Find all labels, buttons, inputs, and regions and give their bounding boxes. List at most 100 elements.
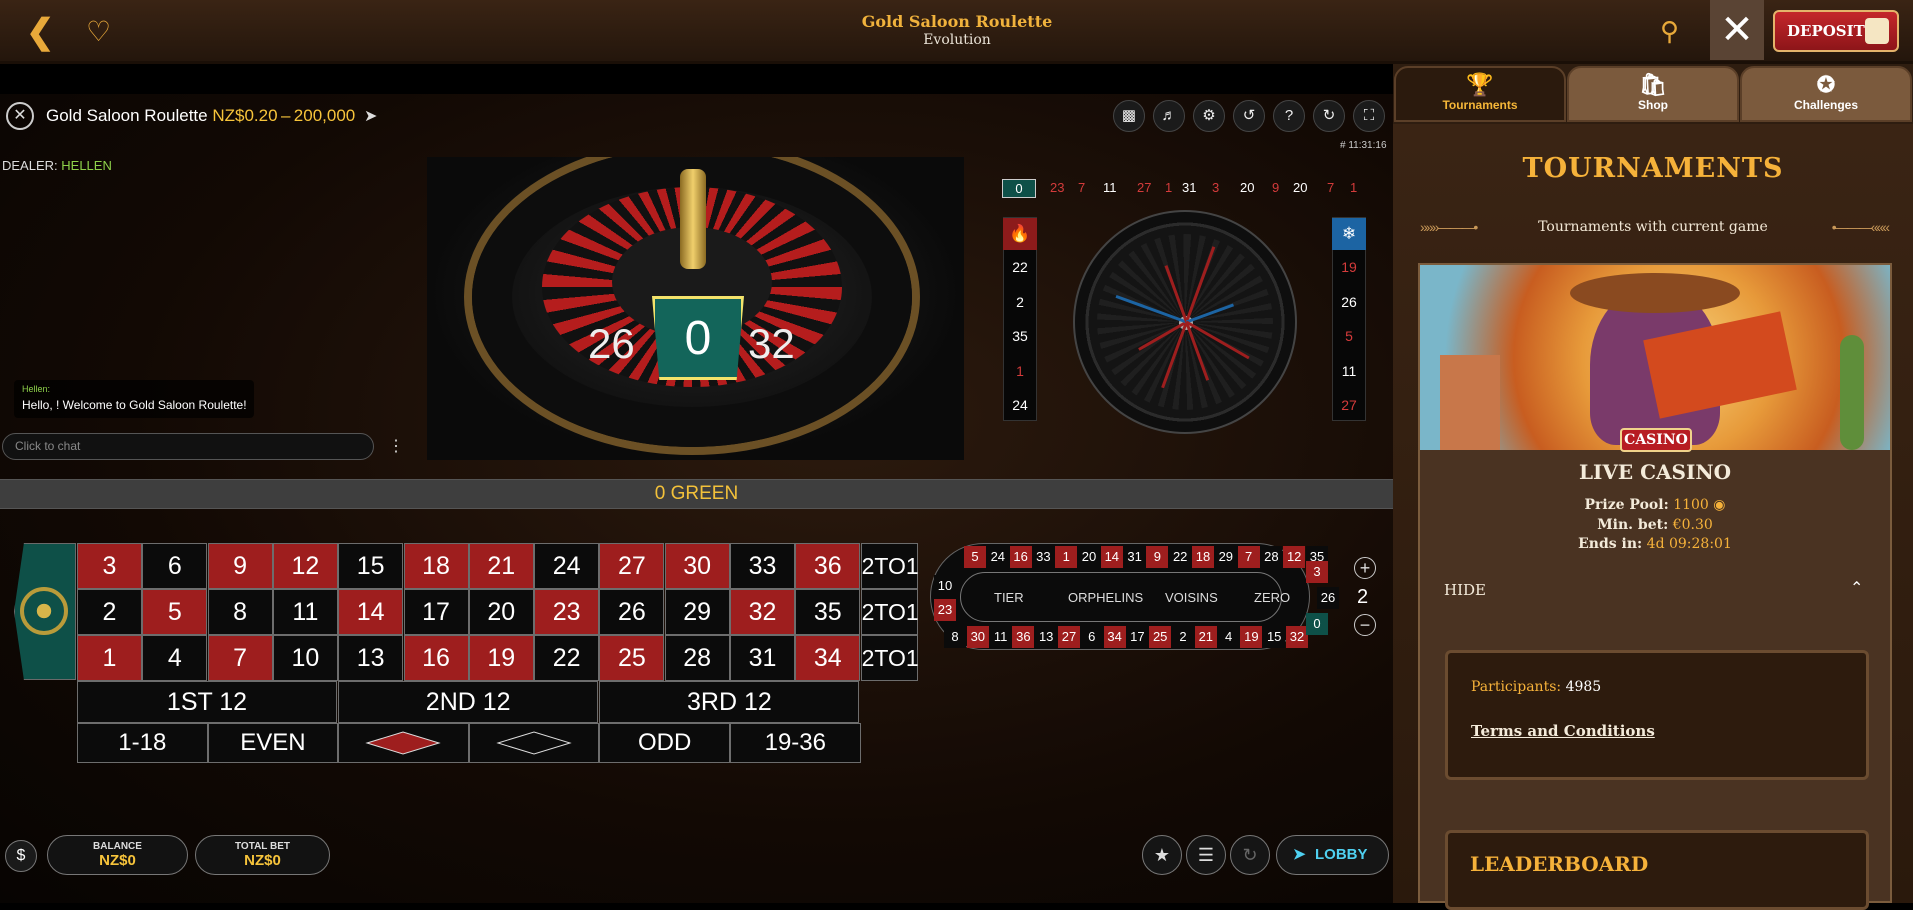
chevron-up-icon[interactable]: ⌃ (1850, 578, 1863, 598)
dollar-coin-icon[interactable]: $ (5, 840, 37, 872)
black-bet[interactable] (468, 723, 600, 763)
number-cell[interactable]: 25 (599, 635, 665, 681)
racetrack-number[interactable]: 13 (1035, 626, 1058, 648)
racetrack-number[interactable]: 19 (1240, 626, 1263, 648)
more-options-icon[interactable]: ⋮ (388, 436, 404, 456)
number-cell[interactable]: 3 (77, 543, 142, 589)
statistics-icon[interactable]: ☰ (1186, 835, 1226, 875)
close-game-button[interactable]: ✕ (1710, 0, 1764, 60)
racetrack-number[interactable]: 21 (1194, 626, 1217, 648)
terms-link[interactable]: Terms and Conditions (1471, 722, 1655, 740)
column-bet[interactable]: 2TO1 (860, 589, 919, 635)
outside-bet[interactable]: EVEN (207, 723, 339, 763)
search-icon[interactable]: ⚲ (1660, 16, 1690, 46)
number-cell[interactable]: 30 (664, 543, 730, 589)
racetrack-number[interactable]: 29 (1214, 546, 1237, 568)
number-cell[interactable]: 21 (468, 543, 534, 589)
video-camera-icon[interactable]: ▩ (1113, 100, 1145, 132)
racetrack-number[interactable]: 32 (1286, 626, 1308, 648)
tab-shop[interactable]: 🛍 Shop (1567, 66, 1739, 122)
dozen-bet[interactable]: 3RD 12 (599, 681, 860, 723)
racetrack-label[interactable]: VOISINS (1165, 590, 1218, 605)
tab-challenges[interactable]: ✪ Challenges (1740, 66, 1912, 122)
racetrack-number[interactable]: 8 (944, 626, 966, 648)
racetrack-number[interactable]: 26 (1317, 587, 1339, 609)
pin-icon[interactable]: ➤ (364, 106, 377, 126)
close-icon[interactable]: ✕ (6, 102, 34, 130)
sound-icon[interactable]: ♬ (1153, 100, 1185, 132)
red-bet[interactable] (338, 723, 469, 763)
racetrack-number[interactable]: 6 (1080, 626, 1103, 648)
number-cell[interactable]: 23 (534, 589, 600, 635)
number-cell[interactable]: 24 (534, 543, 600, 589)
number-cell[interactable]: 13 (338, 635, 404, 681)
rotate-view-icon[interactable]: ↻ (1313, 100, 1345, 132)
racetrack-label[interactable]: ZERO (1254, 590, 1290, 605)
number-cell[interactable]: 4 (142, 635, 208, 681)
racetrack-label[interactable]: ORPHELINS (1068, 590, 1143, 605)
number-cell[interactable]: 32 (730, 589, 795, 635)
plus-icon[interactable]: + (1354, 557, 1376, 579)
heart-icon[interactable]: ♡ (86, 16, 118, 48)
racetrack-number[interactable]: 3 (1306, 561, 1328, 583)
number-cell[interactable]: 27 (599, 543, 665, 589)
racetrack-number[interactable]: 10 (934, 575, 956, 597)
number-cell[interactable]: 34 (795, 635, 861, 681)
number-cell[interactable]: 2 (77, 589, 142, 635)
number-cell[interactable]: 1 (77, 635, 142, 681)
number-cell[interactable]: 28 (664, 635, 730, 681)
number-cell[interactable]: 33 (730, 543, 795, 589)
racetrack-number[interactable]: 12 (1283, 546, 1306, 568)
racetrack-number[interactable]: 28 (1260, 546, 1283, 568)
history-icon[interactable]: ↺ (1233, 100, 1265, 132)
racetrack-number[interactable]: 5 (964, 546, 986, 568)
racetrack-number[interactable]: 14 (1100, 546, 1123, 568)
racetrack-number[interactable]: 24 (986, 546, 1009, 568)
number-cell[interactable]: 7 (207, 635, 273, 681)
outside-bet[interactable]: 19-36 (730, 723, 861, 763)
racetrack-number[interactable]: 34 (1103, 626, 1126, 648)
help-icon[interactable]: ? (1273, 100, 1305, 132)
racetrack-number[interactable]: 16 (1009, 546, 1032, 568)
deposit-button[interactable]: DEPOSIT (1773, 10, 1899, 52)
dozen-bet[interactable]: 1ST 12 (77, 681, 337, 723)
racetrack-label[interactable]: TIER (994, 590, 1024, 605)
racetrack-number[interactable]: 9 (1146, 546, 1169, 568)
settings-icon[interactable]: ⚙ (1193, 100, 1225, 132)
racetrack-number[interactable]: 22 (1169, 546, 1192, 568)
racetrack-number[interactable]: 20 (1078, 546, 1100, 568)
racetrack-number[interactable]: 31 (1123, 546, 1146, 568)
number-cell[interactable]: 10 (272, 635, 338, 681)
number-cell[interactable]: 15 (338, 543, 404, 589)
hide-toggle[interactable]: HIDE (1444, 581, 1486, 599)
number-cell[interactable]: 17 (403, 589, 469, 635)
number-cell[interactable]: 31 (730, 635, 795, 681)
racetrack-number[interactable]: 33 (1032, 546, 1055, 568)
number-cell[interactable]: 6 (142, 543, 208, 589)
number-cell[interactable]: 19 (468, 635, 534, 681)
back-arrow-icon[interactable]: ❮ (26, 14, 56, 50)
racetrack-number[interactable]: 4 (1217, 626, 1240, 648)
number-cell[interactable]: 20 (468, 589, 534, 635)
column-bet[interactable]: 2TO1 (860, 543, 919, 589)
number-cell[interactable]: 16 (403, 635, 469, 681)
racetrack-number[interactable]: 11 (989, 626, 1012, 648)
racetrack-number[interactable]: 15 (1263, 626, 1286, 648)
number-cell[interactable]: 9 (207, 543, 273, 589)
outside-bet[interactable]: 1-18 (77, 723, 208, 763)
racetrack-number[interactable]: 1 (1055, 546, 1078, 568)
number-cell[interactable]: 26 (599, 589, 665, 635)
fullscreen-icon[interactable]: ⛶ (1353, 100, 1385, 132)
racetrack-number[interactable]: 30 (966, 626, 989, 648)
tab-tournaments[interactable]: 🏆 Tournaments (1394, 66, 1566, 122)
number-cell[interactable]: 5 (142, 589, 208, 635)
number-cell[interactable]: 22 (534, 635, 600, 681)
minus-icon[interactable]: − (1354, 614, 1376, 636)
racetrack-number[interactable]: 18 (1192, 546, 1214, 568)
number-cell[interactable]: 11 (272, 589, 338, 635)
column-bet[interactable]: 2TO1 (860, 635, 919, 681)
racetrack-number[interactable]: 23 (934, 599, 956, 621)
number-cell[interactable]: 29 (664, 589, 730, 635)
star-icon[interactable]: ★ (1142, 835, 1182, 875)
racetrack-number[interactable]: 27 (1058, 626, 1080, 648)
